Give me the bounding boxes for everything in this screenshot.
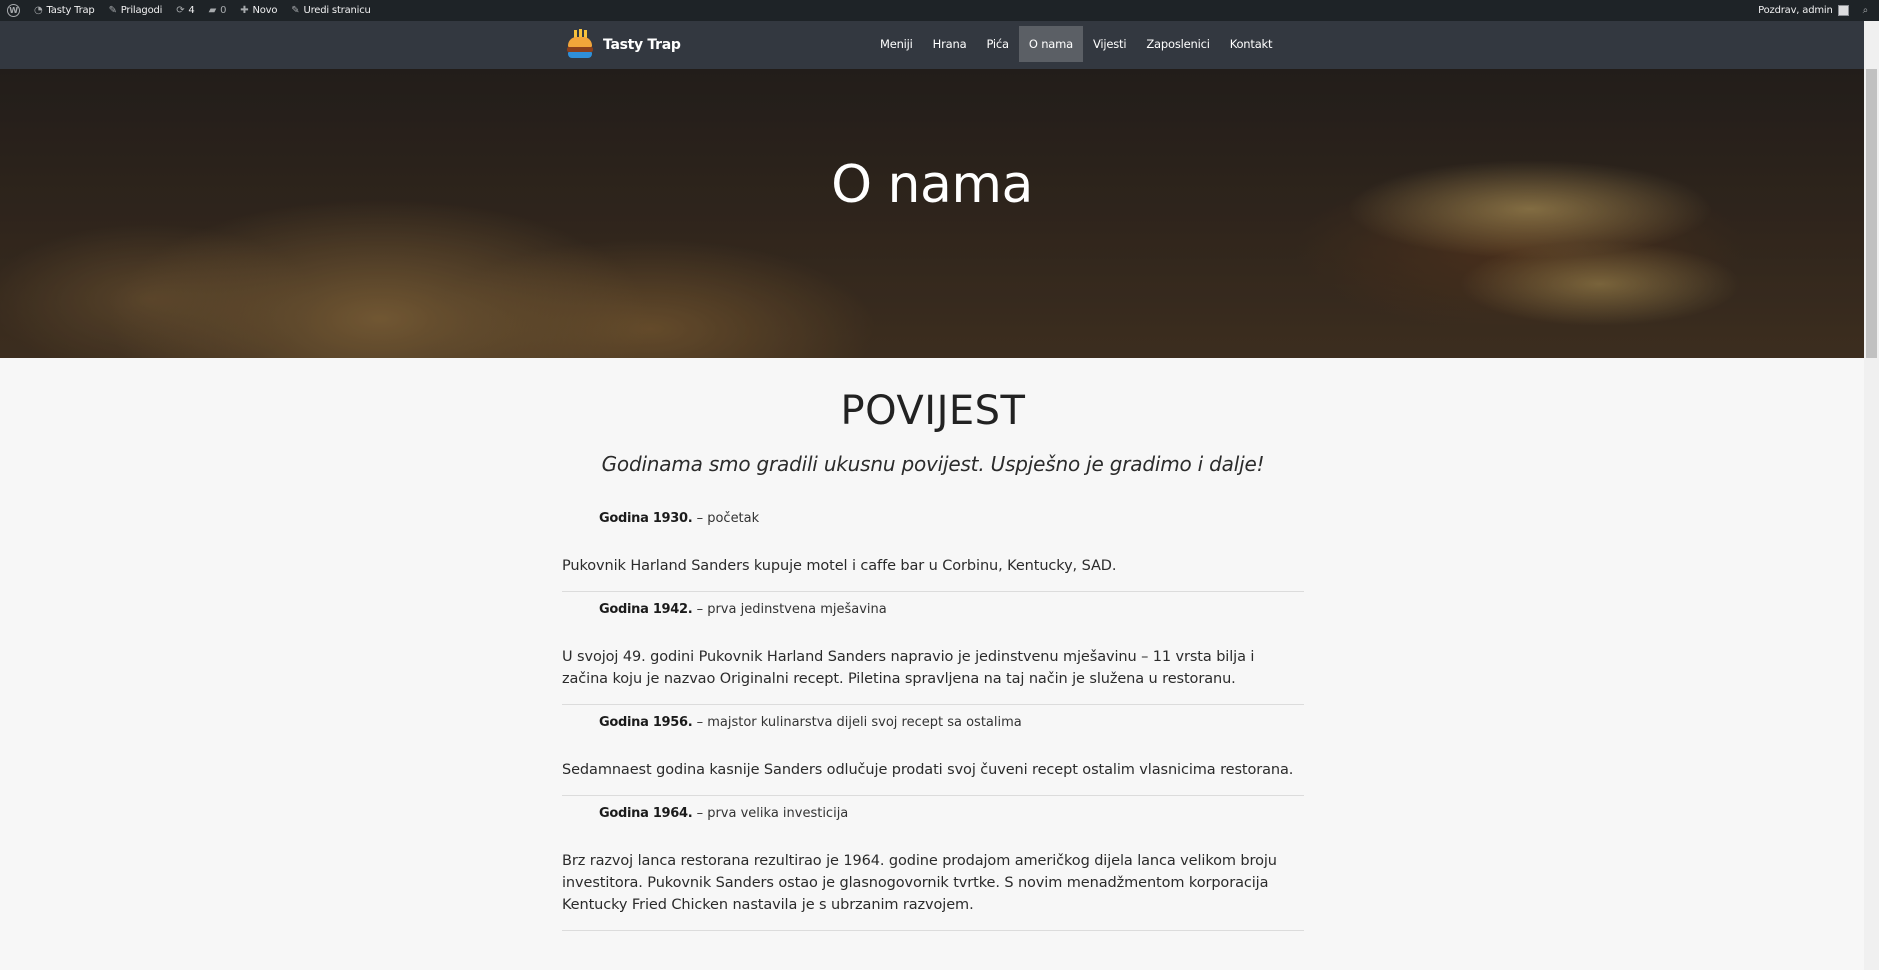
plus-icon: ✚ — [240, 5, 249, 16]
nav-item-zaposlenici[interactable]: Zaposlenici — [1136, 26, 1219, 62]
history-entry-heading: Godina 1930. – početak — [562, 501, 1304, 539]
history-entry-subtitle: – majstor kulinarstva dijeli svoj recept… — [696, 715, 1022, 730]
greeting-label: Pozdrav, admin — [1758, 5, 1833, 16]
history-entry-body: Pukovnik Harland Sanders kupuje motel i … — [562, 558, 1117, 574]
site-name-label: Tasty Trap — [46, 5, 95, 16]
history-entry-subtitle: – prva velika investicija — [696, 806, 849, 821]
nav-item-pica[interactable]: Pića — [976, 26, 1018, 62]
page-title: O nama — [831, 155, 1033, 215]
history-entry-heading: Godina 1964. – prva velika investicija — [562, 796, 1304, 834]
avatar — [1837, 5, 1849, 16]
history-entry-heading: Godina 1956. – majstor kulinarstva dijel… — [562, 705, 1304, 743]
history-entry-subtitle: – prva jedinstvena mješavina — [696, 602, 887, 617]
comments-link[interactable]: ▰ 0 — [202, 0, 234, 21]
history-entry: Godina 1942. – prva jedinstvena mješavin… — [562, 592, 1304, 705]
history-entry-subtitle: – početak — [696, 511, 760, 526]
new-label: Novo — [252, 5, 278, 16]
history-entry-year: Godina 1956. — [599, 715, 693, 730]
updates-count: 4 — [188, 5, 195, 16]
history-entry: Godina 1964. – prva velika investicija B… — [562, 796, 1304, 931]
customize-label: Prilagodi — [120, 5, 163, 16]
history-entry: Godina 1930. – početak Pukovnik Harland … — [562, 501, 1304, 592]
history-entry-body: Brz razvoj lanca restorana rezultirao je… — [562, 853, 1277, 913]
account-menu[interactable]: Pozdrav, admin — [1751, 0, 1855, 21]
main-navigation: Meniji Hrana Pića O nama Vijesti Zaposle… — [870, 26, 1282, 62]
history-entry-body: U svojoj 49. godini Pukovnik Harland San… — [562, 649, 1255, 687]
brush-icon: ✎ — [108, 5, 117, 16]
updates-link[interactable]: ⟳ 4 — [169, 0, 201, 21]
burger-logo-icon — [565, 29, 595, 61]
admin-bar: W ◔ Tasty Trap ✎ Prilagodi ⟳ 4 ▰ 0 ✚ Nov… — [0, 0, 1879, 21]
admin-search[interactable]: ⌕ — [1856, 0, 1879, 21]
main-content: POVIJEST Godinama smo gradili ukusnu pov… — [562, 358, 1304, 931]
hero-banner-image: O nama — [0, 69, 1864, 358]
section-title: POVIJEST — [840, 388, 1026, 434]
search-icon: ⌕ — [1862, 5, 1869, 16]
customize-link[interactable]: ✎ Prilagodi — [102, 0, 170, 21]
nav-item-meniji[interactable]: Meniji — [870, 26, 923, 62]
comments-count: 0 — [220, 5, 227, 16]
nav-item-vijesti[interactable]: Vijesti — [1083, 26, 1136, 62]
history-list: Godina 1930. – početak Pukovnik Harland … — [562, 501, 1304, 931]
site-brand-link[interactable]: Tasty Trap — [565, 27, 681, 63]
site-name-link[interactable]: ◔ Tasty Trap — [27, 0, 102, 21]
site-header: Tasty Trap Meniji Hrana Pića O nama Vije… — [0, 21, 1864, 69]
history-entry-year: Godina 1964. — [599, 806, 693, 821]
updates-icon: ⟳ — [176, 5, 185, 16]
nav-item-kontakt[interactable]: Kontakt — [1220, 26, 1283, 62]
scrollbar-thumb[interactable] — [1866, 69, 1877, 358]
new-content-link[interactable]: ✚ Novo — [233, 0, 284, 21]
comment-icon: ▰ — [208, 5, 217, 16]
history-entry-heading: Godina 1942. – prva jedinstvena mješavin… — [562, 592, 1304, 630]
nav-item-o-nama[interactable]: O nama — [1018, 26, 1083, 62]
history-entry: Godina 1956. – majstor kulinarstva dijel… — [562, 705, 1304, 796]
history-entry-body: Sedamnaest godina kasnije Sanders odluču… — [562, 762, 1294, 778]
section-tagline: Godinama smo gradili ukusnu povijest. Us… — [601, 452, 1265, 476]
wordpress-logo-icon: W — [7, 4, 20, 17]
history-entry-year: Godina 1930. — [599, 511, 693, 526]
wordpress-menu[interactable]: W — [0, 0, 27, 21]
edit-page-label: Uredi stranicu — [303, 5, 371, 16]
edit-page-link[interactable]: ✎ Uredi stranicu — [284, 0, 377, 21]
pencil-icon: ✎ — [291, 5, 300, 16]
site-title: Tasty Trap — [603, 37, 681, 53]
nav-item-hrana[interactable]: Hrana — [923, 26, 977, 62]
history-entry-year: Godina 1942. — [599, 602, 693, 617]
dashboard-icon: ◔ — [34, 5, 43, 16]
